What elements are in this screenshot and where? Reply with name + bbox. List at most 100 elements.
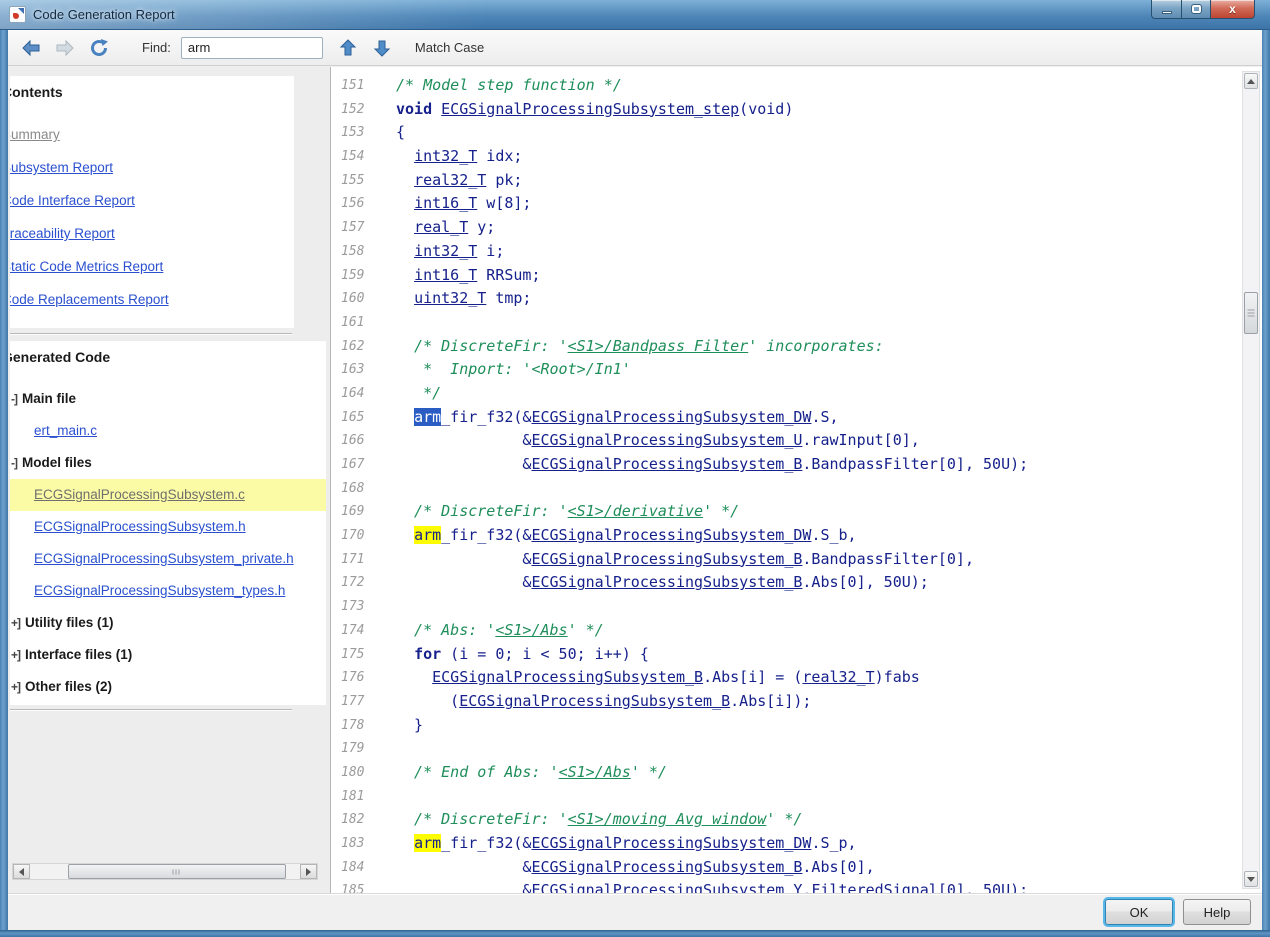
code-link[interactable]: real_T [414, 218, 468, 236]
scroll-right-button[interactable] [300, 864, 317, 879]
collapse-icon[interactable]: -] [11, 456, 17, 470]
code-text [373, 737, 396, 761]
line-number: 172 [331, 571, 373, 595]
code-text: int16_T RRSum; [373, 264, 541, 288]
code-link[interactable]: real32_T [802, 668, 874, 686]
code-link[interactable]: ECGSignalProcessingSubsystem_B [531, 550, 802, 568]
code-token: .Abs[0], [802, 858, 874, 876]
comment-link[interactable]: <S1>/Abs [559, 763, 631, 781]
code-text: arm_fir_f32(&ECGSignalProcessingSubsyste… [373, 524, 857, 548]
expand-icon[interactable]: +] [11, 680, 20, 694]
code-line: 185 &ECGSignalProcessingSubsystem_Y.Filt… [331, 879, 1240, 893]
code-text: &ECGSignalProcessingSubsystem_B.Bandpass… [373, 548, 974, 572]
horizontal-scroll-track[interactable] [30, 864, 300, 879]
code-token: ' */ [766, 810, 802, 828]
contents-link-summary[interactable]: Summary [10, 118, 294, 151]
tree-branch-interface-files-1[interactable]: +]Interface files (1) [10, 639, 326, 671]
tree-branch-utility-files-1[interactable]: +]Utility files (1) [10, 607, 326, 639]
contents-link-code-replacements-report[interactable]: Code Replacements Report [10, 283, 294, 316]
comment-link[interactable]: <S1>/Abs [495, 621, 567, 639]
help-button[interactable]: Help [1183, 899, 1251, 925]
code-link[interactable]: ECGSignalProcessingSubsystem_step [441, 100, 739, 118]
code-link[interactable]: ECGSignalProcessingSubsystem_DW [531, 408, 811, 426]
contents-link-static-code-metrics-report[interactable]: Static Code Metrics Report [10, 250, 294, 283]
code-link[interactable]: int16_T [414, 266, 477, 284]
find-previous-button[interactable] [337, 37, 359, 59]
tree-branch-model-files[interactable]: -]Model files [10, 447, 326, 479]
code-line: 176 ECGSignalProcessingSubsystem_B.Abs[i… [331, 666, 1240, 690]
find-next-button[interactable] [371, 37, 393, 59]
expand-icon[interactable]: +] [11, 616, 20, 630]
code-token: _fir_f32(& [441, 834, 531, 852]
tree-branch-other-files-2[interactable]: +]Other files (2) [10, 671, 326, 703]
comment-link[interactable]: <S1>/derivative [568, 502, 703, 520]
refresh-button[interactable] [88, 37, 110, 59]
code-link[interactable]: ECGSignalProcessingSubsystem_Y [531, 881, 802, 893]
forward-button[interactable] [54, 37, 76, 59]
contents-link-subsystem-report[interactable]: Subsystem Report [10, 151, 294, 184]
scroll-up-button[interactable] [1244, 73, 1258, 89]
code-link[interactable]: int32_T [414, 242, 477, 260]
code-token [396, 526, 414, 544]
match-case-label[interactable]: Match Case [415, 40, 484, 55]
file-link-ecgsignalprocessingsubsystem-h[interactable]: ECGSignalProcessingSubsystem.h [34, 519, 246, 534]
titlebar: Code Generation Report x [0, 0, 1270, 30]
ok-button[interactable]: OK [1105, 899, 1173, 925]
code-token [396, 668, 432, 686]
code-link[interactable]: int16_T [414, 194, 477, 212]
contents-link-traceability-report[interactable]: Traceability Report [10, 217, 294, 250]
code-text: * Inport: '<Root>/In1' [373, 358, 631, 382]
code-vertical-scrollbar[interactable] [1242, 71, 1260, 889]
code-text: arm_fir_f32(&ECGSignalProcessingSubsyste… [373, 832, 857, 856]
code-line: 160 uint32_T tmp; [331, 287, 1240, 311]
collapse-icon[interactable]: -] [11, 392, 17, 406]
code-link[interactable]: ECGSignalProcessingSubsystem_U [531, 431, 802, 449]
line-number: 151 [331, 74, 373, 98]
sidebar-horizontal-scrollbar[interactable] [12, 863, 318, 880]
code-token: _fir_f32(& [441, 526, 531, 544]
code-link[interactable]: ECGSignalProcessingSubsystem_B [531, 455, 802, 473]
expand-icon[interactable]: +] [11, 648, 20, 662]
file-link-ecgsignalprocessingsubsystem-c[interactable]: ECGSignalProcessingSubsystem.c [34, 487, 245, 502]
code-lines[interactable]: 151/* Model step function */152void ECGS… [331, 67, 1240, 893]
code-link[interactable]: ECGSignalProcessingSubsystem_B [432, 668, 703, 686]
code-link[interactable]: ECGSignalProcessingSubsystem_DW [531, 526, 811, 544]
minimize-button[interactable] [1151, 0, 1182, 19]
maximize-button[interactable] [1182, 0, 1211, 19]
code-link[interactable]: int32_T [414, 147, 477, 165]
code-token: /* Abs: ' [396, 621, 495, 639]
code-link[interactable]: uint32_T [414, 289, 486, 307]
code-link[interactable]: ECGSignalProcessingSubsystem_B [531, 573, 802, 591]
window-frame-bottom [0, 930, 1270, 937]
code-token: & [396, 881, 531, 893]
scroll-down-button[interactable] [1244, 871, 1258, 887]
find-input[interactable] [181, 37, 323, 59]
vertical-scroll-thumb[interactable] [1244, 292, 1258, 334]
code-link[interactable]: real32_T [414, 171, 486, 189]
file-link-ecgsignalprocessingsubsystem-private-h[interactable]: ECGSignalProcessingSubsystem_private.h [34, 551, 294, 566]
horizontal-scroll-thumb[interactable] [68, 864, 286, 879]
code-link[interactable]: ECGSignalProcessingSubsystem_B [459, 692, 730, 710]
file-link-ecgsignalprocessingsubsystem-types-h[interactable]: ECGSignalProcessingSubsystem_types.h [34, 583, 285, 598]
code-link[interactable]: ECGSignalProcessingSubsystem_B [531, 858, 802, 876]
comment-link[interactable]: <S1>/Bandpass Filter [568, 337, 749, 355]
line-number: 184 [331, 856, 373, 880]
tree-branch-main-file[interactable]: -]Main file [10, 383, 326, 415]
contents-link-code-interface-report[interactable]: Code Interface Report [10, 184, 294, 217]
code-token: ' incorporates: [748, 337, 883, 355]
code-generation-report-window: Code Generation Report x [0, 0, 1270, 937]
code-token [396, 834, 414, 852]
code-token [396, 645, 414, 663]
report-app-icon [9, 6, 26, 23]
line-number: 162 [331, 335, 373, 359]
comment-link[interactable]: <S1>/moving Avg window [568, 810, 767, 828]
scroll-left-button[interactable] [13, 864, 30, 879]
back-button[interactable] [20, 37, 42, 59]
line-number: 153 [331, 121, 373, 145]
code-link[interactable]: ECGSignalProcessingSubsystem_DW [531, 834, 811, 852]
file-link-ert-main-c[interactable]: ert_main.c [34, 423, 97, 438]
code-token [396, 218, 414, 236]
close-button[interactable]: x [1211, 0, 1255, 19]
code-token: _fir_f32(& [441, 408, 531, 426]
search-match: arm [414, 526, 441, 544]
